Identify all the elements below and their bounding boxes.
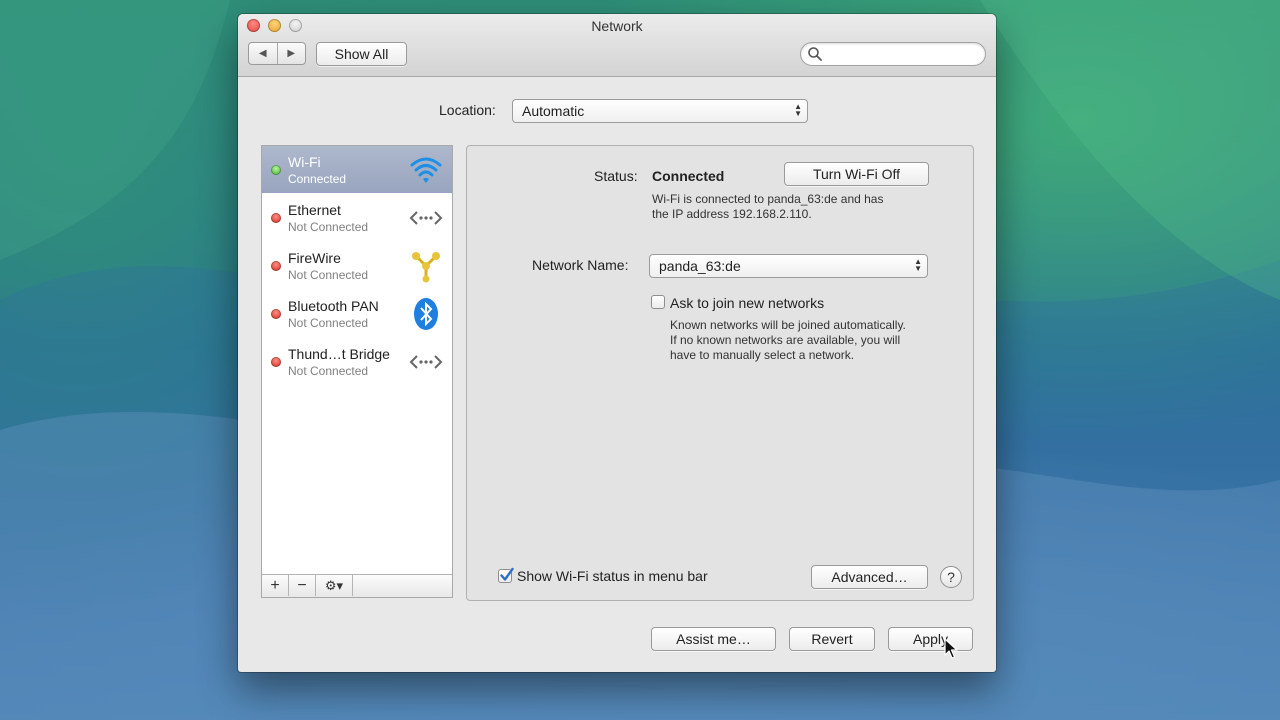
status-dot-icon xyxy=(271,165,281,175)
location-label: Location: xyxy=(439,102,496,118)
plus-icon: + xyxy=(270,576,280,594)
status-value: Connected xyxy=(652,168,725,184)
action-menu-button[interactable]: ⚙▾ xyxy=(316,575,353,596)
service-item-bluetooth-pan[interactable]: Bluetooth PAN Not Connected xyxy=(262,290,452,337)
help-button[interactable]: ? xyxy=(940,566,962,588)
service-list: Wi-Fi Connected Ethernet Not Connected F… xyxy=(261,145,453,598)
minus-icon: − xyxy=(297,576,307,594)
advanced-button[interactable]: Advanced… xyxy=(811,565,928,589)
service-name: Thund…t Bridge xyxy=(288,346,390,362)
forward-arrow-icon: ▶ xyxy=(287,48,296,59)
show-wifi-status-checkbox[interactable] xyxy=(498,567,514,583)
show-all-button[interactable]: Show All xyxy=(316,42,407,66)
search-input[interactable] xyxy=(825,45,979,65)
window-titlebar: Network ◀ ▶ Show All xyxy=(238,14,996,77)
service-status: Not Connected xyxy=(288,364,369,378)
ask-description-line-1: Known networks will be joined automatica… xyxy=(670,318,906,332)
show-wifi-status-label: Show Wi-Fi status in menu bar xyxy=(517,568,708,584)
window-title: Network xyxy=(591,18,643,34)
service-name: Wi-Fi xyxy=(288,154,321,170)
location-popup[interactable]: Automatic ▲ ▼ xyxy=(512,99,808,123)
question-mark-icon: ? xyxy=(947,569,955,585)
popup-arrows-icon: ▲ ▼ xyxy=(794,102,802,118)
service-name: FireWire xyxy=(288,250,341,266)
search-field[interactable] xyxy=(800,42,986,66)
back-arrow-icon: ◀ xyxy=(258,48,267,59)
status-dot-icon xyxy=(271,213,281,223)
wifi-detail-panel: Status: Connected Turn Wi-Fi Off Wi-Fi i… xyxy=(466,145,974,601)
wifi-icon xyxy=(410,157,442,183)
search-icon xyxy=(808,47,822,61)
popup-arrows-icon: ▲ ▼ xyxy=(914,257,922,273)
network-name-value: panda_63:de xyxy=(659,258,741,274)
ask-description-line-3: have to manually select a network. xyxy=(670,348,855,362)
gear-icon: ⚙▾ xyxy=(324,577,344,593)
service-list-toolbar: + − ⚙▾ xyxy=(262,574,452,597)
checkmark-icon xyxy=(500,567,514,581)
service-status: Not Connected xyxy=(288,220,369,234)
ethernet-icon xyxy=(409,211,443,225)
back-button[interactable]: ◀ xyxy=(249,43,278,64)
ask-to-join-checkbox[interactable] xyxy=(651,295,665,309)
ask-description-line-2: If no known networks are available, you … xyxy=(670,333,901,347)
status-description-line-2: the IP address 192.168.2.110. xyxy=(652,207,812,221)
status-description-line-1: Wi-Fi is connected to panda_63:de and ha… xyxy=(652,192,884,206)
status-label: Status: xyxy=(594,168,638,184)
add-service-button[interactable]: + xyxy=(262,575,289,596)
service-item-ethernet[interactable]: Ethernet Not Connected xyxy=(262,194,452,241)
navigation-arrows: ◀ ▶ xyxy=(248,42,306,65)
status-dot-icon xyxy=(271,357,281,367)
mouse-pointer-icon xyxy=(944,638,958,659)
bluetooth-icon xyxy=(414,298,438,330)
service-status: Not Connected xyxy=(288,268,369,282)
revert-button[interactable]: Revert xyxy=(789,627,875,651)
status-dot-icon xyxy=(271,309,281,319)
network-name-label: Network Name: xyxy=(532,257,629,273)
location-value: Automatic xyxy=(522,103,585,119)
service-status: Connected xyxy=(288,172,347,186)
status-dot-icon xyxy=(271,261,281,271)
service-item-wifi[interactable]: Wi-Fi Connected xyxy=(262,146,452,193)
apply-button[interactable]: Apply xyxy=(888,627,973,651)
service-name: Bluetooth PAN xyxy=(288,298,379,314)
assist-me-button[interactable]: Assist me… xyxy=(651,627,776,651)
thunderbolt-bridge-icon xyxy=(409,355,443,369)
firewire-icon xyxy=(412,252,440,283)
service-status: Not Connected xyxy=(288,316,369,330)
ask-to-join-label: Ask to join new networks xyxy=(670,295,825,311)
forward-button[interactable]: ▶ xyxy=(278,43,306,64)
service-item-firewire[interactable]: FireWire Not Connected xyxy=(262,242,452,289)
service-item-thunderbolt-bridge[interactable]: Thund…t Bridge Not Connected xyxy=(262,338,452,385)
network-preferences-window: Network ◀ ▶ Show All Location: Automatic… xyxy=(238,14,996,672)
turn-wifi-off-button[interactable]: Turn Wi-Fi Off xyxy=(784,162,929,186)
service-name: Ethernet xyxy=(288,202,341,218)
remove-service-button[interactable]: − xyxy=(289,575,316,596)
network-name-popup[interactable]: panda_63:de ▲ ▼ xyxy=(649,254,928,278)
